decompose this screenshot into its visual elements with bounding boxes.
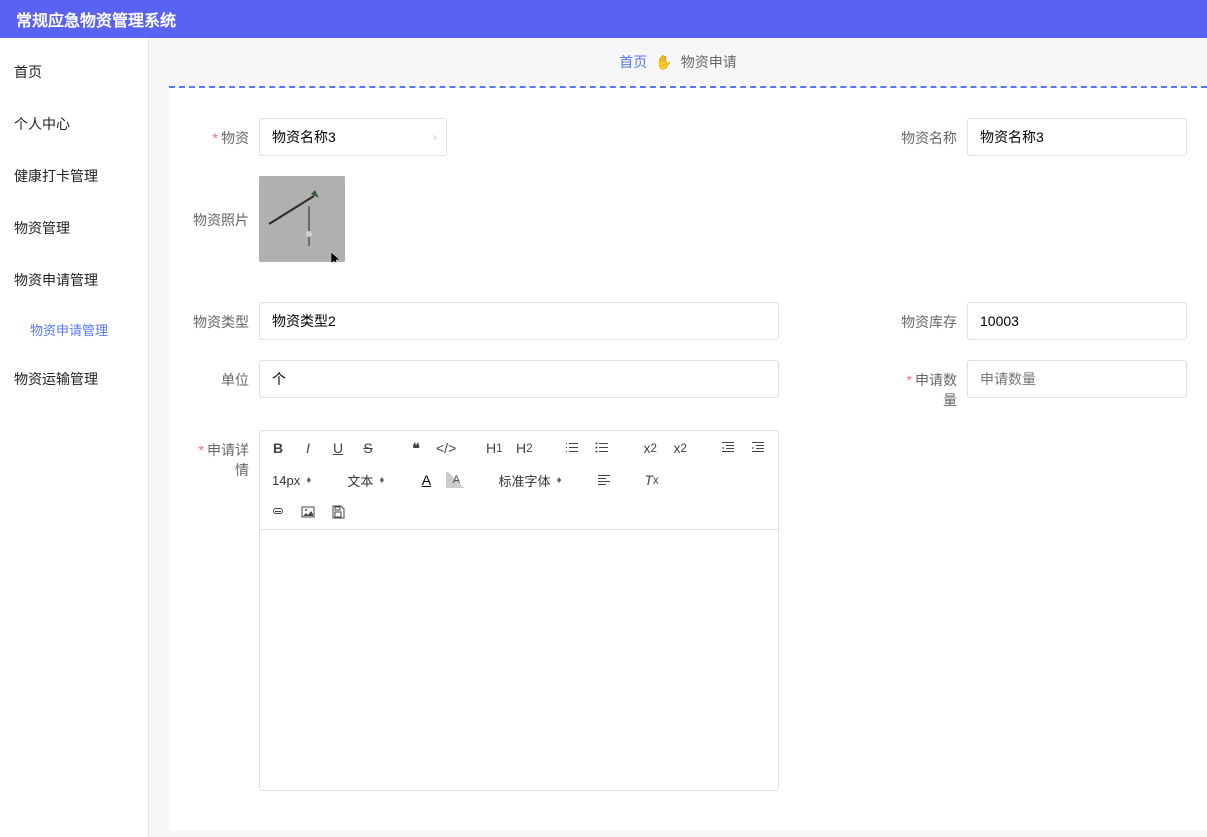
text-style-select[interactable]: 文本♦ — [343, 471, 388, 490]
subscript-icon[interactable]: x2 — [640, 437, 660, 459]
h1-icon[interactable]: H1 — [484, 437, 504, 459]
hand-icon: ✋ — [655, 54, 672, 71]
unit-input[interactable] — [259, 360, 779, 398]
chevron-right-icon: › — [433, 130, 437, 144]
outdent-icon[interactable] — [718, 437, 738, 459]
h2-icon[interactable]: H2 — [514, 437, 534, 459]
stock-input[interactable] — [967, 302, 1187, 340]
sidebar-item-apply[interactable]: 物资申请管理 — [0, 254, 148, 306]
material-name-input[interactable] — [967, 118, 1187, 156]
sidebar-item-transport[interactable]: 物资运输管理 — [0, 353, 148, 405]
italic-icon[interactable]: I — [298, 437, 318, 459]
qty-input[interactable] — [967, 360, 1187, 398]
underline-icon[interactable]: U — [328, 437, 348, 459]
strikethrough-icon[interactable]: S — [358, 437, 378, 459]
editor-toolbar: B I U S ❝ </> H1 H2 — [260, 431, 778, 530]
save-icon[interactable] — [328, 501, 348, 523]
image-label: 物资照片 — [189, 176, 259, 230]
form-panel: *物资 › 物资名称 物资照片 — [169, 86, 1207, 831]
sidebar-item-health[interactable]: 健康打卡管理 — [0, 150, 148, 202]
breadcrumb-current: 物资申请 — [681, 52, 737, 72]
sidebar: 首页 个人中心 健康打卡管理 物资管理 物资申请管理 物资申请管理 物资运输管理 — [0, 38, 149, 837]
bold-icon[interactable]: B — [268, 437, 288, 459]
font-size-select[interactable]: 14px♦ — [268, 473, 315, 488]
material-label: *物资 — [189, 118, 259, 148]
sidebar-subitem-apply[interactable]: 物资申请管理 — [0, 306, 148, 353]
sidebar-item-profile[interactable]: 个人中心 — [0, 98, 148, 150]
sidebar-item-home[interactable]: 首页 — [0, 46, 148, 98]
font-color-icon[interactable]: A — [416, 469, 436, 491]
font-family-select[interactable]: 标准字体♦ — [494, 471, 565, 490]
unordered-list-icon[interactable] — [592, 437, 612, 459]
material-name-label: 物资名称 — [897, 118, 967, 148]
type-input[interactable] — [259, 302, 779, 340]
rich-text-editor: B I U S ❝ </> H1 H2 — [259, 430, 779, 791]
editor-content[interactable] — [260, 530, 778, 790]
stock-label: 物资库存 — [897, 302, 967, 332]
image-icon[interactable] — [298, 501, 318, 523]
type-label: 物资类型 — [189, 302, 259, 332]
ordered-list-icon[interactable] — [562, 437, 582, 459]
blockquote-icon[interactable]: ❝ — [406, 437, 426, 459]
code-icon[interactable]: </> — [436, 437, 456, 459]
clear-format-icon[interactable]: Tx — [642, 469, 662, 491]
bg-color-icon[interactable]: A — [446, 472, 466, 488]
indent-icon[interactable] — [748, 437, 768, 459]
qty-label: *申请数量 — [897, 360, 967, 410]
material-image-preview[interactable] — [259, 176, 345, 262]
sidebar-item-material[interactable]: 物资管理 — [0, 202, 148, 254]
detail-label: *申请详情 — [189, 430, 259, 480]
align-icon[interactable] — [594, 469, 614, 491]
breadcrumb: 首页 ✋ 物资申请 — [149, 38, 1207, 86]
app-title: 常规应急物资管理系统 — [16, 7, 176, 31]
link-icon[interactable] — [268, 501, 288, 523]
superscript-icon[interactable]: x2 — [670, 437, 690, 459]
image-thumbnail-icon — [259, 176, 345, 262]
breadcrumb-home[interactable]: 首页 — [619, 52, 647, 72]
unit-label: 单位 — [189, 360, 259, 390]
main-content: 首页 ✋ 物资申请 *物资 › 物资名称 — [149, 38, 1207, 837]
material-select[interactable] — [259, 118, 447, 156]
